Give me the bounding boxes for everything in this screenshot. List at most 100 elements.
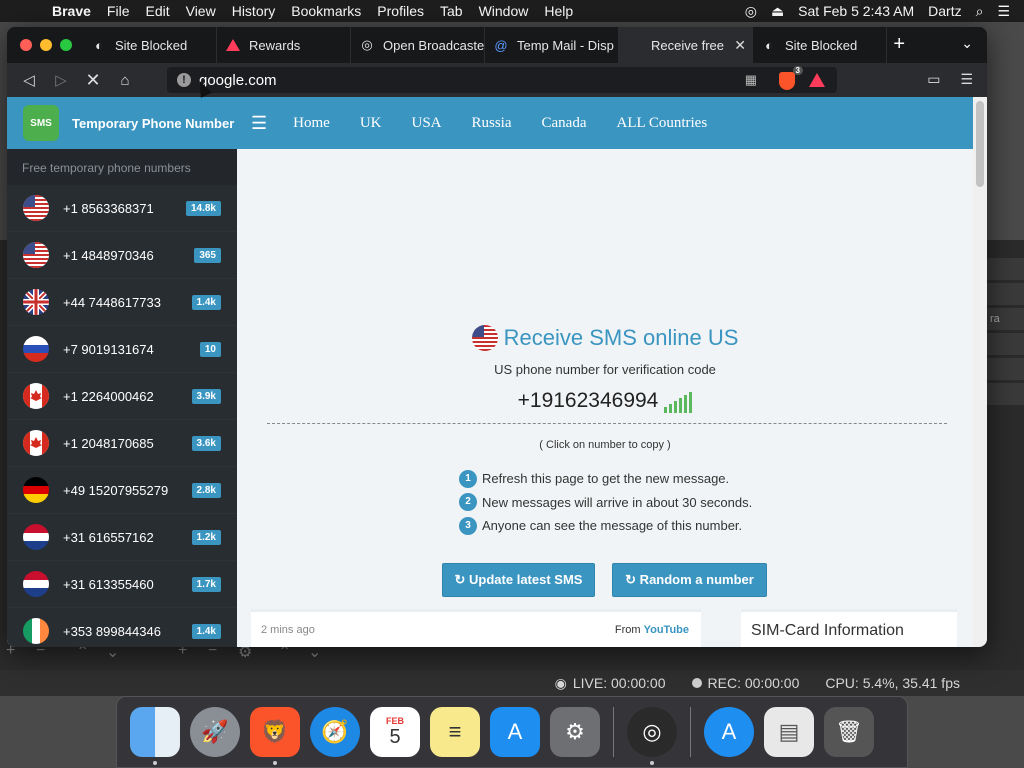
- safari-icon[interactable]: 🧭: [310, 707, 360, 757]
- sidebar-number-text: +7 9019131674: [63, 341, 154, 357]
- address-bar[interactable]: ! google.com ▦ 3: [167, 66, 837, 93]
- obs-side-item[interactable]: [986, 358, 1024, 380]
- menu-help[interactable]: Help: [536, 3, 581, 19]
- obs-side-item[interactable]: [986, 333, 1024, 355]
- app-store-icon[interactable]: A: [490, 707, 540, 757]
- site-info-icon[interactable]: !: [177, 73, 191, 87]
- system-preferences-icon[interactable]: ⚙: [550, 707, 600, 757]
- finder-icon[interactable]: [130, 707, 180, 765]
- tab-temp-mail[interactable]: @ Temp Mail - Disp: [485, 27, 619, 63]
- main-content: Receive SMS online US US phone number fo…: [237, 149, 973, 647]
- sidebar-number-text: +31 613355460: [63, 576, 154, 592]
- obs-side-item[interactable]: [986, 258, 1024, 280]
- step-number-icon: 3: [459, 516, 477, 535]
- sidebar-number-item[interactable]: +1 4848970346 365: [7, 232, 237, 279]
- minimize-window-button[interactable]: [40, 39, 52, 51]
- tab-obs[interactable]: ◎ Open Broadcaste: [351, 27, 485, 63]
- app-store-downloads-icon[interactable]: A: [704, 707, 754, 757]
- macos-dock: 🚀 🦁 🧭 FEB 5 ≡ A ⚙ ◎ A ▤ 🗑: [116, 696, 908, 768]
- menu-view[interactable]: View: [178, 3, 224, 19]
- tab-receive-free[interactable]: Receive free ✕: [619, 27, 753, 63]
- sim-card-info: SIM-Card Information: [741, 609, 957, 647]
- maximize-window-button[interactable]: [60, 39, 72, 51]
- tab-site-blocked-2[interactable]: ◐ Site Blocked: [753, 27, 887, 63]
- menubar-user[interactable]: Dartz: [928, 3, 961, 19]
- nav-all-countries[interactable]: ALL Countries: [617, 115, 708, 132]
- sidebar-number-item[interactable]: +1 8563368371 14.8k: [7, 185, 237, 232]
- tab-title: Site Blocked: [785, 37, 858, 53]
- sidebar-number-item[interactable]: +1 2264000462 3.9k: [7, 373, 237, 420]
- tab-title: Temp Mail - Disp: [517, 37, 614, 53]
- random-number-button[interactable]: ↻ Random a number: [612, 563, 767, 597]
- chevron-down-icon[interactable]: ⌄: [961, 35, 973, 52]
- hamburger-menu-icon[interactable]: ☰: [251, 113, 267, 134]
- menu-profiles[interactable]: Profiles: [369, 3, 432, 19]
- nav-uk[interactable]: UK: [360, 115, 382, 132]
- menu-bookmarks[interactable]: Bookmarks: [283, 3, 369, 19]
- obs-side-item[interactable]: ra: [986, 308, 1024, 330]
- calendar-icon[interactable]: FEB 5: [370, 707, 420, 757]
- notes-icon[interactable]: ≡: [430, 707, 480, 757]
- menu-app-name[interactable]: Brave: [44, 3, 99, 19]
- spotlight-search-icon[interactable]: ⌕: [976, 3, 984, 20]
- sidebar-number-item[interactable]: +7 9019131674 10: [7, 326, 237, 373]
- trash-icon[interactable]: 🗑: [824, 707, 874, 757]
- tab-rewards[interactable]: Rewards: [217, 27, 351, 63]
- nav-home[interactable]: Home: [293, 115, 330, 132]
- page-scrollbar[interactable]: [973, 97, 987, 647]
- menu-tab[interactable]: Tab: [432, 3, 471, 19]
- window-controls: [7, 39, 83, 51]
- tab-site-blocked-1[interactable]: ◐ Site Blocked: [83, 27, 217, 63]
- sidebar-number-item[interactable]: +353 899844346 1.4k: [7, 608, 237, 647]
- stop-loading-icon[interactable]: ✕: [77, 70, 109, 91]
- close-window-button[interactable]: [20, 39, 32, 51]
- scrollbar-thumb[interactable]: [976, 101, 984, 187]
- menu-file[interactable]: File: [99, 3, 138, 19]
- dock-separator: [690, 707, 691, 757]
- qr-code-icon[interactable]: ▦: [745, 72, 757, 88]
- document-icon[interactable]: ▤: [764, 707, 814, 757]
- hamburger-menu-icon[interactable]: ☰: [960, 71, 973, 88]
- sidebar-number-text: +1 2264000462: [63, 388, 154, 404]
- sidebar-number-item[interactable]: +31 616557162 1.2k: [7, 514, 237, 561]
- menu-edit[interactable]: Edit: [137, 3, 177, 19]
- new-tab-icon[interactable]: +: [893, 33, 905, 56]
- shield-count-badge: 3: [792, 66, 803, 75]
- phone-number[interactable]: +19162346994: [237, 389, 973, 413]
- site-top-nav: ☰ Home UK USA Russia Canada ALL Countrie…: [237, 97, 973, 149]
- message-count-badge: 2.8k: [191, 482, 221, 498]
- sidebar-number-item[interactable]: +1 2048170685 3.6k: [7, 420, 237, 467]
- sidebar-number-item[interactable]: +31 613355460 1.7k: [7, 561, 237, 608]
- ie-flag-icon: [23, 618, 49, 644]
- sidebar-number-item[interactable]: +49 15207955279 2.8k: [7, 467, 237, 514]
- forward-icon[interactable]: ▷: [45, 71, 77, 89]
- close-tab-icon[interactable]: ✕: [734, 37, 746, 54]
- control-center-icon[interactable]: ☰: [997, 3, 1010, 20]
- sidebar-number-item[interactable]: +44 7448617733 1.4k: [7, 279, 237, 326]
- back-icon[interactable]: ◁: [13, 71, 45, 89]
- obs-side-item[interactable]: [986, 383, 1024, 405]
- obs-status-icon[interactable]: ◎: [745, 3, 757, 20]
- wallet-icon[interactable]: ▭: [927, 71, 940, 88]
- menu-window[interactable]: Window: [471, 3, 537, 19]
- nav-canada[interactable]: Canada: [542, 115, 587, 132]
- site-brand[interactable]: SMS Temporary Phone Number: [7, 97, 237, 149]
- menu-history[interactable]: History: [224, 3, 284, 19]
- obs-side-item[interactable]: [986, 283, 1024, 305]
- brave-icon[interactable]: 🦁: [250, 707, 300, 765]
- brave-shields-icon[interactable]: 3: [779, 66, 803, 90]
- ca-flag-icon: [23, 430, 49, 456]
- menubar-datetime[interactable]: Sat Feb 5 2:43 AM: [798, 3, 914, 19]
- phone-number-text[interactable]: +19162346994: [518, 389, 659, 413]
- brave-rewards-icon[interactable]: [809, 73, 825, 87]
- nav-usa[interactable]: USA: [411, 115, 441, 132]
- message-sender-link[interactable]: YouTube: [644, 624, 689, 636]
- update-sms-button[interactable]: ↻ Update latest SMS: [442, 563, 595, 597]
- nav-russia[interactable]: Russia: [472, 115, 512, 132]
- eject-icon[interactable]: ⏏: [771, 3, 784, 20]
- bookmark-icon[interactable]: ⌂: [109, 72, 141, 89]
- url-text[interactable]: google.com: [199, 72, 277, 89]
- step-text: New messages will arrive in about 30 sec…: [482, 494, 753, 510]
- launchpad-icon[interactable]: 🚀: [190, 707, 240, 757]
- obs-icon[interactable]: ◎: [627, 707, 677, 765]
